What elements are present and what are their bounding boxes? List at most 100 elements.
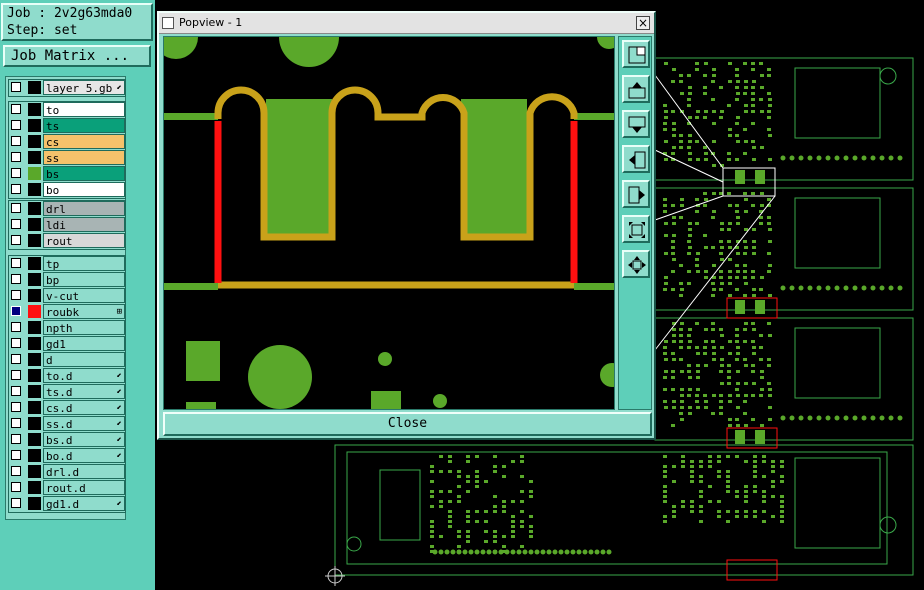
layer-name[interactable]: ts bbox=[43, 118, 125, 133]
layer-row[interactable]: ts bbox=[9, 118, 125, 134]
layer-row[interactable]: gd1.d ⬋ bbox=[9, 496, 125, 512]
layer-checkbox[interactable] bbox=[11, 482, 21, 492]
layer-checkbox[interactable] bbox=[11, 418, 21, 428]
layer-color-swatch[interactable] bbox=[28, 183, 41, 196]
layer-row[interactable]: bs bbox=[9, 166, 125, 182]
layer-checkbox[interactable] bbox=[11, 322, 21, 332]
layer-color-swatch[interactable] bbox=[28, 81, 41, 94]
layer-row[interactable]: rout.d bbox=[9, 480, 125, 496]
layer-checkbox[interactable] bbox=[11, 219, 21, 229]
pan-left-icon[interactable] bbox=[622, 145, 650, 173]
layer-name[interactable]: ss.d ⬋ bbox=[43, 416, 125, 431]
layer-name[interactable]: drl bbox=[43, 201, 125, 216]
layer-checkbox[interactable] bbox=[11, 434, 21, 444]
layer-row[interactable]: ts.d ⬋ bbox=[9, 384, 125, 400]
layer-color-swatch[interactable] bbox=[28, 135, 41, 148]
layer-name[interactable]: v-cut bbox=[43, 288, 125, 303]
layer-color-swatch[interactable] bbox=[28, 337, 41, 350]
layer-color-swatch[interactable] bbox=[28, 417, 41, 430]
layer-row[interactable]: cs bbox=[9, 134, 125, 150]
zoom-to-fit-icon[interactable] bbox=[622, 40, 650, 68]
layer-color-swatch[interactable] bbox=[28, 202, 41, 215]
layer-name[interactable]: ldi bbox=[43, 217, 125, 232]
layer-row[interactable]: bo.d ⬋ bbox=[9, 448, 125, 464]
layer-color-swatch[interactable] bbox=[28, 465, 41, 478]
layer-color-swatch[interactable] bbox=[28, 151, 41, 164]
layer-color-swatch[interactable] bbox=[28, 449, 41, 462]
layer-name[interactable]: bs bbox=[43, 166, 125, 181]
layer-color-swatch[interactable] bbox=[28, 369, 41, 382]
layer-checkbox[interactable] bbox=[11, 120, 21, 130]
job-matrix-button[interactable]: Job Matrix ... bbox=[3, 45, 151, 67]
layer-row[interactable]: v-cut bbox=[9, 288, 125, 304]
layer-checkbox[interactable] bbox=[11, 152, 21, 162]
layer-name[interactable]: cs.d ⬋ bbox=[43, 400, 125, 415]
layer-row[interactable]: bp bbox=[9, 272, 125, 288]
layer-color-swatch[interactable] bbox=[28, 353, 41, 366]
layer-color-swatch[interactable] bbox=[28, 273, 41, 286]
layer-checkbox[interactable] bbox=[11, 82, 21, 92]
layer-color-swatch[interactable] bbox=[28, 321, 41, 334]
layer-color-swatch[interactable] bbox=[28, 481, 41, 494]
layer-color-swatch[interactable] bbox=[28, 234, 41, 247]
layer-name[interactable]: bs.d ⬋ bbox=[43, 432, 125, 447]
layer-name[interactable]: cs bbox=[43, 134, 125, 149]
layer-row[interactable]: layer_5.gb ⬋ bbox=[9, 80, 125, 96]
zoom-in-icon[interactable] bbox=[622, 250, 650, 278]
window-close-icon[interactable]: × bbox=[636, 16, 650, 30]
layer-name[interactable]: gd1.d ⬋ bbox=[43, 496, 125, 511]
popview-titlebar[interactable]: Popview - 1 × bbox=[159, 13, 654, 34]
layer-color-swatch[interactable] bbox=[28, 218, 41, 231]
layer-checkbox[interactable] bbox=[11, 168, 21, 178]
layer-name[interactable]: to.d ⬋ bbox=[43, 368, 125, 383]
layer-color-swatch[interactable] bbox=[28, 305, 41, 318]
layer-color-swatch[interactable] bbox=[28, 497, 41, 510]
layer-name[interactable]: ss bbox=[43, 150, 125, 165]
layer-color-swatch[interactable] bbox=[28, 119, 41, 132]
layer-row[interactable]: rout bbox=[9, 233, 125, 249]
layer-checkbox[interactable] bbox=[11, 184, 21, 194]
layer-name[interactable]: drl.d bbox=[43, 464, 125, 479]
layer-name[interactable]: d bbox=[43, 352, 125, 367]
layer-name[interactable]: bo.d ⬋ bbox=[43, 448, 125, 463]
layer-color-swatch[interactable] bbox=[28, 289, 41, 302]
layer-checkbox[interactable] bbox=[11, 136, 21, 146]
layer-row[interactable]: drl.d bbox=[9, 464, 125, 480]
layer-row[interactable]: gd1 bbox=[9, 336, 125, 352]
layer-color-swatch[interactable] bbox=[28, 167, 41, 180]
layer-name[interactable]: to bbox=[43, 102, 125, 117]
layer-row[interactable]: tp bbox=[9, 256, 125, 272]
layer-checkbox[interactable] bbox=[11, 306, 21, 316]
layer-checkbox[interactable] bbox=[11, 274, 21, 284]
pan-right-icon[interactable] bbox=[622, 180, 650, 208]
layer-checkbox[interactable] bbox=[11, 466, 21, 476]
layer-color-swatch[interactable] bbox=[28, 103, 41, 116]
pan-down-icon[interactable] bbox=[622, 110, 650, 138]
layer-checkbox[interactable] bbox=[11, 450, 21, 460]
layer-name[interactable]: rout bbox=[43, 233, 125, 248]
layer-color-swatch[interactable] bbox=[28, 401, 41, 414]
layer-row[interactable]: ldi bbox=[9, 217, 125, 233]
layer-name[interactable]: npth bbox=[43, 320, 125, 335]
close-button[interactable]: Close bbox=[163, 412, 652, 436]
layer-checkbox[interactable] bbox=[11, 203, 21, 213]
layer-row[interactable]: ss.d ⬋ bbox=[9, 416, 125, 432]
zoom-out-icon[interactable] bbox=[622, 215, 650, 243]
pan-up-icon[interactable] bbox=[622, 75, 650, 103]
layer-name[interactable]: bp bbox=[43, 272, 125, 287]
layer-checkbox[interactable] bbox=[11, 290, 21, 300]
popview-canvas[interactable] bbox=[163, 36, 615, 410]
layer-checkbox[interactable] bbox=[11, 104, 21, 114]
layer-row[interactable]: to.d ⬋ bbox=[9, 368, 125, 384]
layer-checkbox[interactable] bbox=[11, 354, 21, 364]
layer-row[interactable]: npth bbox=[9, 320, 125, 336]
layer-checkbox[interactable] bbox=[11, 370, 21, 380]
layer-row[interactable]: to bbox=[9, 102, 125, 118]
layer-list-scroll-area[interactable] bbox=[128, 76, 153, 520]
layer-checkbox[interactable] bbox=[11, 258, 21, 268]
layer-checkbox[interactable] bbox=[11, 498, 21, 508]
layer-row[interactable]: d bbox=[9, 352, 125, 368]
layer-name[interactable]: gd1 bbox=[43, 336, 125, 351]
layer-checkbox[interactable] bbox=[11, 235, 21, 245]
layer-color-swatch[interactable] bbox=[28, 433, 41, 446]
